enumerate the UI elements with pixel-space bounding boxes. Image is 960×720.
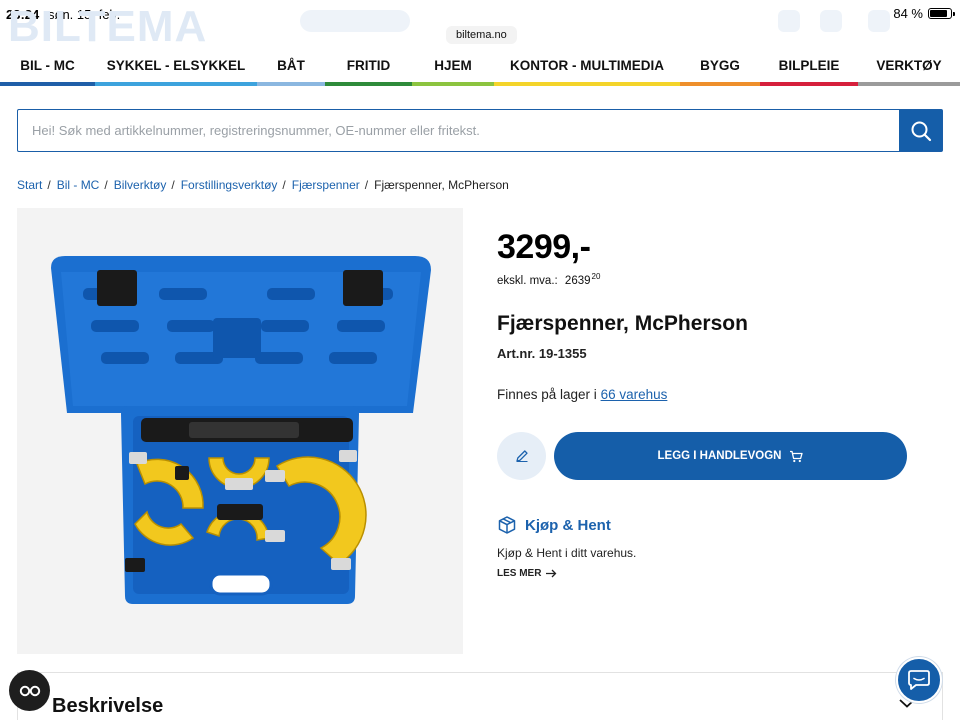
category-color-bar: [760, 82, 858, 86]
category-color-bar: [494, 82, 680, 86]
category-label: FRITID: [346, 58, 391, 73]
search-icon: [911, 121, 931, 141]
battery-fill: [930, 10, 947, 17]
article-number: Art.nr. 19-1355: [497, 346, 587, 361]
read-more-link[interactable]: LES MER: [497, 568, 557, 579]
product-price: 3299,-: [497, 228, 591, 266]
category-label: BIL - MC: [20, 58, 75, 73]
product-page: 23:24 søn. 15. feb. 84 % BILTEMA biltema…: [0, 0, 960, 720]
store-selector[interactable]: [300, 10, 410, 32]
category-label: HJEM: [434, 58, 472, 73]
cart-icon[interactable]: [868, 10, 890, 32]
category-item[interactable]: BILPLEIE: [760, 52, 858, 86]
add-to-cart-button[interactable]: LEGG I HANDLEVOGN: [554, 432, 907, 480]
category-color-bar: [257, 82, 325, 86]
battery-percent: 84 %: [893, 6, 923, 21]
category-item[interactable]: SYKKEL - ELSYKKEL: [95, 52, 257, 86]
pencil-icon: [515, 450, 528, 462]
stock-prefix: Finnes på lager i: [497, 387, 597, 402]
breadcrumb-link[interactable]: Bilverktøy: [114, 178, 167, 192]
search-button[interactable]: [899, 110, 942, 151]
add-to-cart-label: LEGG I HANDLEVOGN: [657, 450, 782, 462]
read-more-label: LES MER: [497, 568, 542, 579]
category-item[interactable]: HJEM: [412, 52, 494, 86]
arrow-right-icon: [546, 569, 557, 578]
click-collect-description: Kjøp & Hent i ditt varehus.: [497, 546, 637, 560]
search-input[interactable]: [18, 110, 900, 151]
breadcrumb-link[interactable]: Fjærspenner: [292, 178, 360, 192]
click-collect-title: Kjøp & Hent: [525, 516, 611, 534]
product-title: Fjærspenner, McPherson: [497, 312, 748, 335]
click-collect-heading: Kjøp & Hent: [497, 515, 611, 535]
price-ex-vat: ekskl. mva.: 263920: [497, 272, 600, 287]
category-item[interactable]: VERKTØY: [858, 52, 960, 86]
category-label: KONTOR - MULTIMEDIA: [510, 58, 664, 73]
shopping-cart-icon: [790, 450, 804, 462]
browser-url[interactable]: biltema.no: [446, 26, 517, 44]
category-item[interactable]: BIL - MC: [0, 52, 95, 86]
category-item[interactable]: KONTOR - MULTIMEDIA: [494, 52, 680, 86]
package-box-icon: [498, 516, 516, 534]
chat-button[interactable]: [896, 657, 942, 703]
category-label: BÅT: [277, 58, 305, 73]
category-label: BYGG: [700, 58, 740, 73]
category-item[interactable]: BYGG: [680, 52, 760, 86]
category-color-bar: [412, 82, 494, 86]
tool-case-illustration: [51, 256, 431, 604]
breadcrumb: Start / Bil - MC / Bilverktøy / Forstilling…: [17, 178, 509, 192]
breadcrumb-current: Fjærspenner, McPherson: [374, 178, 509, 192]
site-logo[interactable]: BILTEMA: [8, 2, 207, 52]
stock-stores-link[interactable]: 66 varehus: [601, 387, 668, 402]
category-color-bar: [858, 82, 960, 86]
category-color-bar: [325, 82, 412, 86]
category-label: VERKTØY: [876, 58, 942, 73]
category-label: BILPLEIE: [778, 58, 840, 73]
battery-icon: [928, 8, 955, 19]
product-image[interactable]: [17, 208, 463, 654]
breadcrumb-link[interactable]: Bil - MC: [57, 178, 100, 192]
ex-vat-label: ekskl. mva.:: [497, 274, 558, 287]
category-color-bar: [680, 82, 760, 86]
wishlist-icon[interactable]: [820, 10, 842, 32]
chat-bubble-icon: [908, 670, 930, 690]
cookie-icon: [19, 685, 40, 696]
category-nav: BIL - MC SYKKEL - ELSYKKEL BÅT FRITID HJ…: [0, 52, 960, 86]
search-bar: [17, 109, 943, 152]
stock-info: Finnes på lager i 66 varehus: [497, 387, 667, 402]
ex-vat-decimals: 20: [591, 272, 601, 281]
breadcrumb-link[interactable]: Forstillingsverktøy: [181, 178, 278, 192]
category-color-bar: [95, 82, 257, 86]
edit-note-button[interactable]: [497, 432, 546, 480]
category-label: SYKKEL - ELSYKKEL: [106, 58, 246, 73]
breadcrumb-link[interactable]: Start: [17, 178, 42, 192]
category-item[interactable]: BÅT: [257, 52, 325, 86]
description-heading: Beskrivelse: [52, 695, 164, 717]
ex-vat-value: 2639: [564, 274, 591, 287]
user-icon[interactable]: [778, 10, 800, 32]
cookie-settings-button[interactable]: CO: [9, 670, 50, 711]
category-color-bar: [0, 82, 95, 86]
category-item[interactable]: FRITID: [325, 52, 412, 86]
